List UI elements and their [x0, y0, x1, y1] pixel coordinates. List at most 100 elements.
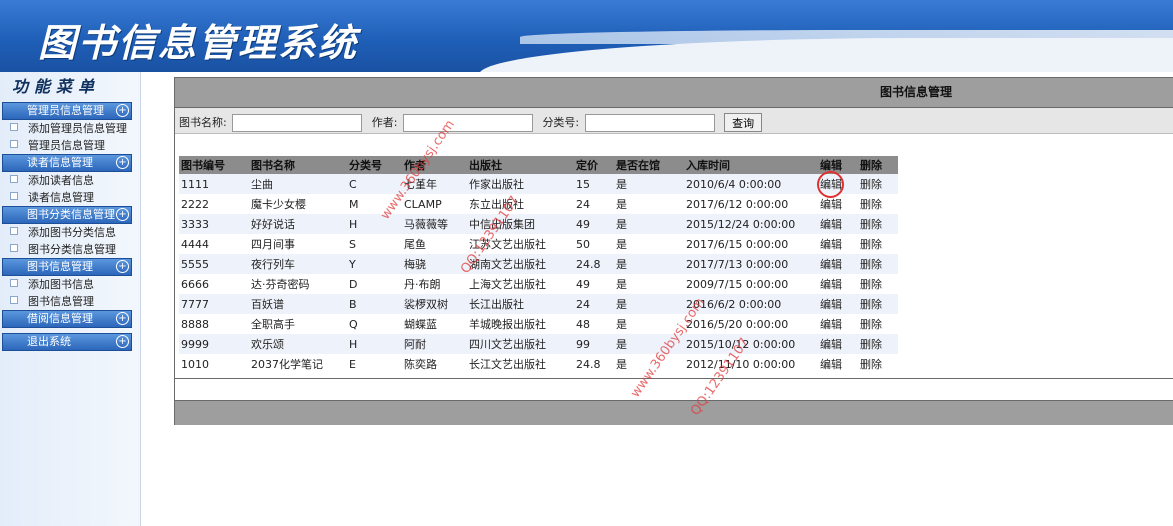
menu-group-label: 图书分类信息管理	[27, 208, 115, 221]
table-cell: 丹·布朗	[402, 274, 467, 294]
expand-plus-icon[interactable]: +	[116, 208, 129, 221]
table-cell: 1010	[179, 354, 249, 374]
edit-link[interactable]: 编辑	[818, 194, 858, 214]
table-cell: 49	[574, 274, 614, 294]
table-cell: 6666	[179, 274, 249, 294]
expand-plus-icon[interactable]: +	[116, 104, 129, 117]
column-header: 图书编号	[179, 156, 249, 174]
table-cell: D	[347, 274, 402, 294]
table-cell: 是	[614, 254, 684, 274]
table-cell: 四川文艺出版社	[467, 334, 574, 354]
table-cell: 羊城晚报出版社	[467, 314, 574, 334]
edit-link[interactable]: 编辑	[818, 274, 858, 294]
table-cell: 48	[574, 314, 614, 334]
delete-link[interactable]: 删除	[858, 294, 898, 314]
edit-link[interactable]: 编辑	[818, 314, 858, 334]
menu-group-category[interactable]: 图书分类信息管理 +	[2, 206, 132, 224]
menu-group-reader[interactable]: 读者信息管理 +	[2, 154, 132, 172]
table-cell: 5555	[179, 254, 249, 274]
edit-link[interactable]: 编辑	[818, 354, 858, 374]
edit-link[interactable]: 编辑	[818, 334, 858, 354]
menu-group-label: 读者信息管理	[27, 156, 93, 169]
table-cell: Q	[347, 314, 402, 334]
delete-link[interactable]: 删除	[858, 234, 898, 254]
menu-group-logout[interactable]: 退出系统 +	[2, 333, 132, 351]
bullet-icon	[10, 296, 18, 304]
table-cell: H	[347, 334, 402, 354]
book-name-input[interactable]	[232, 113, 363, 132]
table-cell: 24.8	[574, 354, 614, 374]
table-cell: 达·芬奇密码	[249, 274, 347, 294]
menu-item-add-admin[interactable]: 添加管理员信息管理	[0, 120, 140, 137]
table-cell: 2009/7/15 0:00:00	[684, 274, 818, 294]
expand-plus-icon[interactable]: +	[116, 312, 129, 325]
table-cell: S	[347, 234, 402, 254]
table-cell: 陈奕路	[402, 354, 467, 374]
bullet-icon	[10, 123, 18, 131]
query-button[interactable]: 查询	[724, 113, 763, 132]
delete-link[interactable]: 删除	[858, 214, 898, 234]
table-cell: 2010/6/4 0:00:00	[684, 174, 818, 194]
table-cell: 50	[574, 234, 614, 254]
edit-link[interactable]: 编辑	[818, 214, 858, 234]
table-cell: 是	[614, 274, 684, 294]
column-header: 删除	[858, 156, 898, 174]
table-cell: 尘曲	[249, 174, 347, 194]
menu-group-borrow[interactable]: 借阅信息管理 +	[2, 310, 132, 328]
search-bar: 图书名称: 作者: 分类号: 查询	[175, 108, 1173, 134]
table-cell: 上海文艺出版社	[467, 274, 574, 294]
click-highlight-icon	[817, 171, 844, 198]
menu-title: 功能菜单	[12, 77, 101, 96]
category-label: 分类号:	[542, 115, 580, 129]
menu-item-add-book[interactable]: 添加图书信息	[0, 276, 140, 293]
table-row: 8888 全职高手 Q 蝴蝶蓝 羊城晚报出版社 48 是 2016/5/20 0:00:00 编…	[179, 314, 898, 334]
bullet-icon	[10, 227, 18, 235]
table-row: 5555 夜行列车 Y 梅骁 湖南文艺出版社 24.8 是 2017/7/13 0:00:00…	[179, 254, 898, 274]
table-cell: 百妖谱	[249, 294, 347, 314]
menu-group-book[interactable]: 图书信息管理 +	[2, 258, 132, 276]
delete-link[interactable]: 删除	[858, 354, 898, 374]
delete-link[interactable]: 删除	[858, 254, 898, 274]
table-row: 4444 四月间事 S 尾鱼 江苏文艺出版社 50 是 2017/6/15 0:00:00 编辑…	[179, 234, 898, 254]
table-cell: 2017/7/13 0:00:00	[684, 254, 818, 274]
table-header-row: 图书编号 图书名称 分类号 作者 出版社 定价 是否在馆 入库时间 编辑 删除	[179, 156, 898, 174]
delete-link[interactable]: 删除	[858, 194, 898, 214]
table-cell: 好好说话	[249, 214, 347, 234]
bullet-icon	[10, 279, 18, 287]
table-cell: 99	[574, 334, 614, 354]
table-cell: 24	[574, 194, 614, 214]
table-cell: 尾鱼	[402, 234, 467, 254]
table-cell: 梅骁	[402, 254, 467, 274]
table-cell: 2016/5/20 0:00:00	[684, 314, 818, 334]
table-cell: 魔卡少女樱	[249, 194, 347, 214]
table-row: 7777 百妖谱 B 裟椤双树 长江出版社 24 是 2016/6/2 0:00:00 编辑 删除	[179, 294, 898, 314]
table-cell: 24.8	[574, 254, 614, 274]
delete-link[interactable]: 删除	[858, 334, 898, 354]
table-cell: 2017/6/12 0:00:00	[684, 194, 818, 214]
menu-group-admin[interactable]: 管理员信息管理 +	[2, 102, 132, 120]
edit-link[interactable]: 编辑	[818, 234, 858, 254]
table-cell: 裟椤双树	[402, 294, 467, 314]
menu-item-reader-manage[interactable]: 读者信息管理	[0, 189, 140, 206]
delete-link[interactable]: 删除	[858, 314, 898, 334]
table-cell: 作家出版社	[467, 174, 574, 194]
menu-item-add-category[interactable]: 添加图书分类信息	[0, 224, 140, 241]
table-cell: 8888	[179, 314, 249, 334]
edit-link[interactable]: 编辑	[818, 294, 858, 314]
table-cell: E	[347, 354, 402, 374]
delete-link[interactable]: 删除	[858, 174, 898, 194]
edit-link[interactable]: 编辑	[818, 254, 858, 274]
table-row: 2222 魔卡少女樱 M CLAMP 东立出版社 24 是 2017/6/12 0:00:00…	[179, 194, 898, 214]
table-cell: 长江文艺出版社	[467, 354, 574, 374]
expand-plus-icon[interactable]: +	[116, 156, 129, 169]
table-cell: 2017/6/15 0:00:00	[684, 234, 818, 254]
menu-item-admin-manage[interactable]: 管理员信息管理	[0, 137, 140, 154]
expand-plus-icon[interactable]: +	[116, 260, 129, 273]
category-input[interactable]	[584, 113, 715, 132]
menu-item-book-manage[interactable]: 图书信息管理	[0, 293, 140, 310]
author-input[interactable]	[402, 113, 533, 132]
expand-plus-icon[interactable]: +	[116, 335, 129, 348]
delete-link[interactable]: 删除	[858, 274, 898, 294]
menu-item-add-reader[interactable]: 添加读者信息	[0, 172, 140, 189]
menu-item-category-manage[interactable]: 图书分类信息管理	[0, 241, 140, 258]
